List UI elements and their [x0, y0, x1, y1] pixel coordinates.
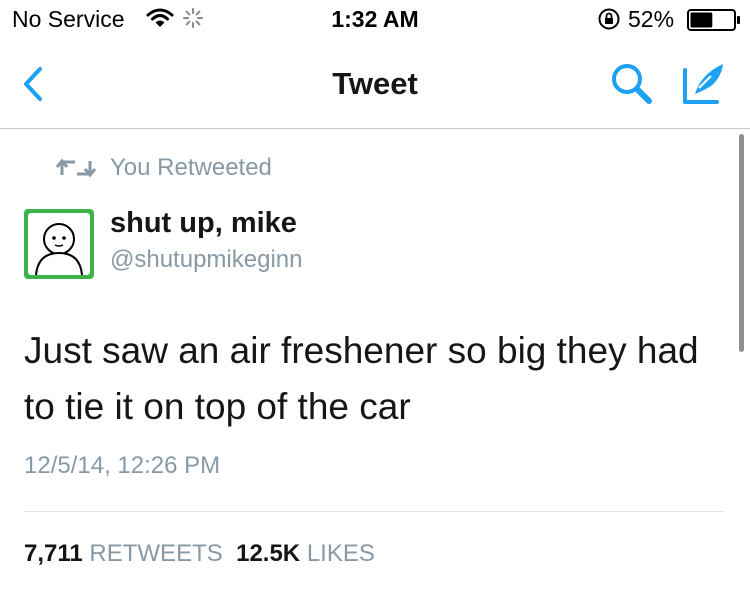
rotation-lock-icon — [598, 8, 620, 30]
search-icon[interactable] — [609, 61, 655, 107]
likes-count: 12.5K — [236, 540, 301, 567]
retweets-label: RETWEETS — [89, 540, 223, 567]
navigation-bar: Tweet — [0, 40, 750, 129]
battery-icon — [687, 9, 740, 31]
likes-label: LIKES — [306, 540, 375, 567]
divider — [24, 511, 724, 512]
retweets-count: 7,711 — [24, 540, 83, 567]
avatar[interactable] — [24, 209, 94, 279]
retweets-stat[interactable]: 7,711 RETWEETS — [24, 540, 223, 567]
scrollbar[interactable] — [739, 134, 744, 352]
status-bar: No Service 1:32 AM 52% — [0, 0, 750, 40]
compose-icon[interactable] — [681, 60, 729, 106]
tweet-timestamp: 12/5/14, 12:26 PM — [24, 452, 221, 479]
tweet-text: Just saw an air freshener so big they ha… — [24, 330, 699, 427]
retweet-context-label: You Retweeted — [110, 154, 272, 181]
battery-percent: 52% — [628, 6, 675, 32]
author-name[interactable]: shut up, mike — [110, 207, 297, 240]
author-handle[interactable]: @shutupmikeginn — [110, 246, 302, 274]
likes-stat[interactable]: 12.5K LIKES — [236, 540, 375, 567]
tweet-stats: 7,711 RETWEETS 12.5K LIKES — [24, 540, 375, 568]
retweet-icon — [56, 158, 96, 178]
